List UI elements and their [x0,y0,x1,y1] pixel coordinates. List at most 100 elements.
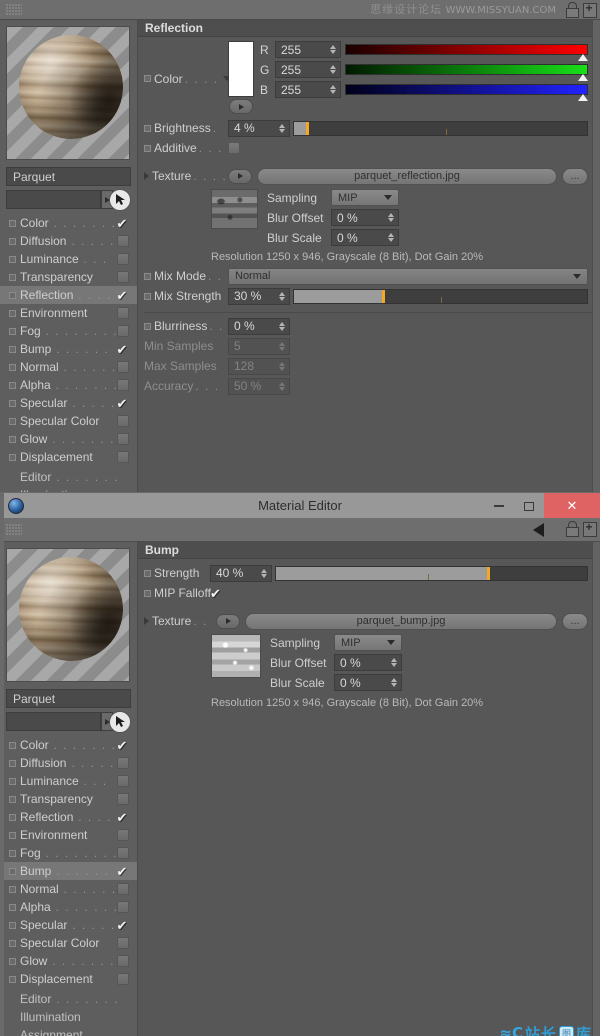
channel-toggle-box[interactable] [9,922,16,929]
channel-row[interactable]: Normal . . . . . . [0,880,137,898]
vertical-scrollbar[interactable] [592,20,600,526]
strength-toggle-box[interactable] [144,570,151,577]
blur-scale-input[interactable]: 0 % [331,229,399,246]
blur-scale-input[interactable]: 0 % [334,674,402,691]
max-samples-input[interactable]: 128 [228,358,290,375]
mix-strength-toggle-box[interactable] [144,293,151,300]
list-item[interactable]: Editor . . . . . . . [0,468,137,486]
list-item[interactable]: Assignment [0,1026,137,1036]
channel-row[interactable]: Specular . . . . . [0,394,137,412]
stepper-icon[interactable] [278,340,286,353]
channel-toggle-box[interactable] [9,778,16,785]
channel-row[interactable]: Specular . . . . . [0,916,137,934]
channel-toggle-box[interactable] [9,742,16,749]
channel-row[interactable]: Transparency [0,268,137,286]
channel-toggle-box[interactable] [9,796,16,803]
channel-toggle-box[interactable] [9,454,16,461]
stepper-icon[interactable] [278,380,286,393]
strength-slider[interactable] [275,566,588,581]
accuracy-input[interactable]: 50 % [228,378,290,395]
texture-path-field[interactable]: parquet_bump.jpg [245,613,557,630]
channel-checkbox[interactable] [115,288,129,302]
stepper-icon[interactable] [329,43,337,56]
slider-handle[interactable] [306,122,309,135]
channel-toggle-box[interactable] [9,436,16,443]
slider-marker-icon[interactable] [578,94,588,101]
rgb-input[interactable]: 255 [275,61,341,78]
expand-color-button[interactable] [229,99,253,114]
channel-toggle-box[interactable] [9,868,16,875]
channel-toggle-box[interactable] [9,940,16,947]
channel-checkbox[interactable] [117,901,129,913]
channel-row[interactable]: Bump . . . . . . . . [0,862,137,880]
slider-marker-icon[interactable] [578,54,588,61]
pick-cursor-icon[interactable] [109,189,131,211]
channel-row[interactable]: Specular Color [0,412,137,430]
stepper-icon[interactable] [329,63,337,76]
channel-row[interactable]: Glow . . . . . . . . [0,952,137,970]
pick-cursor-icon[interactable] [109,711,131,733]
channel-row[interactable]: Specular Color [0,934,137,952]
texture-expand-button[interactable] [216,614,240,629]
channel-checkbox[interactable] [117,307,129,319]
slider-handle[interactable] [382,290,385,303]
channel-checkbox[interactable] [117,847,129,859]
channel-toggle-box[interactable] [9,904,16,911]
material-preview-thumbnail[interactable] [6,548,130,682]
color-swatch[interactable] [228,41,254,97]
mix-mode-toggle-box[interactable] [144,273,151,280]
blur-offset-input[interactable]: 0 % [334,654,402,671]
minimize-button[interactable] [484,493,514,519]
chevron-right-icon[interactable] [144,172,149,180]
pin-icon[interactable] [582,521,596,536]
mix-mode-dropdown[interactable]: Normal [228,268,588,285]
close-button[interactable]: ✕ [544,493,600,519]
channel-toggle-box[interactable] [9,346,16,353]
stepper-icon[interactable] [390,656,398,669]
channel-checkbox[interactable] [115,738,129,752]
channel-toggle-box[interactable] [9,886,16,893]
channel-row[interactable]: Normal . . . . . . [0,358,137,376]
color-toggle-box[interactable] [144,75,151,82]
channel-toggle-box[interactable] [9,976,16,983]
brightness-slider[interactable] [293,121,588,136]
additive-checkbox[interactable] [228,142,240,154]
channel-row[interactable]: Fog . . . . . . . . . [0,844,137,862]
channel-row[interactable]: Diffusion . . . . . [0,754,137,772]
channel-checkbox[interactable] [117,955,129,967]
chevron-right-icon[interactable] [144,617,149,625]
grip-handle-icon[interactable] [6,524,22,536]
brightness-toggle-box[interactable] [144,125,151,132]
channel-checkbox[interactable] [115,342,129,356]
material-preview-container[interactable] [0,542,137,682]
channel-checkbox[interactable] [117,415,129,427]
material-name-input[interactable] [6,190,101,209]
channel-toggle-box[interactable] [9,850,16,857]
channel-checkbox[interactable] [117,829,129,841]
sampling-dropdown[interactable]: MIP [334,634,402,651]
channel-row[interactable]: Glow . . . . . . . . [0,430,137,448]
list-item[interactable]: Illumination [0,1008,137,1026]
rgb-gradient-slider[interactable] [345,84,588,95]
mip-falloff-checkbox[interactable]: ✔ [210,587,221,600]
channel-checkbox[interactable] [117,937,129,949]
texture-thumbnail[interactable] [211,634,261,678]
channel-checkbox[interactable] [117,271,129,283]
channel-checkbox[interactable] [117,325,129,337]
channel-checkbox[interactable] [115,810,129,824]
stepper-icon[interactable] [390,676,398,689]
channel-toggle-box[interactable] [9,310,16,317]
channel-row[interactable]: Displacement [0,970,137,988]
stepper-icon[interactable] [260,567,268,580]
pin-icon[interactable] [582,2,596,17]
channel-toggle-box[interactable] [9,400,16,407]
channel-toggle-box[interactable] [9,238,16,245]
min-samples-input[interactable]: 5 [228,338,290,355]
channel-toggle-box[interactable] [9,256,16,263]
channel-checkbox[interactable] [117,757,129,769]
rgb-gradient-slider[interactable] [345,64,588,75]
channel-checkbox[interactable] [117,451,129,463]
blur-offset-input[interactable]: 0 % [331,209,399,226]
material-preview-container[interactable] [0,20,137,160]
channel-checkbox[interactable] [115,864,129,878]
